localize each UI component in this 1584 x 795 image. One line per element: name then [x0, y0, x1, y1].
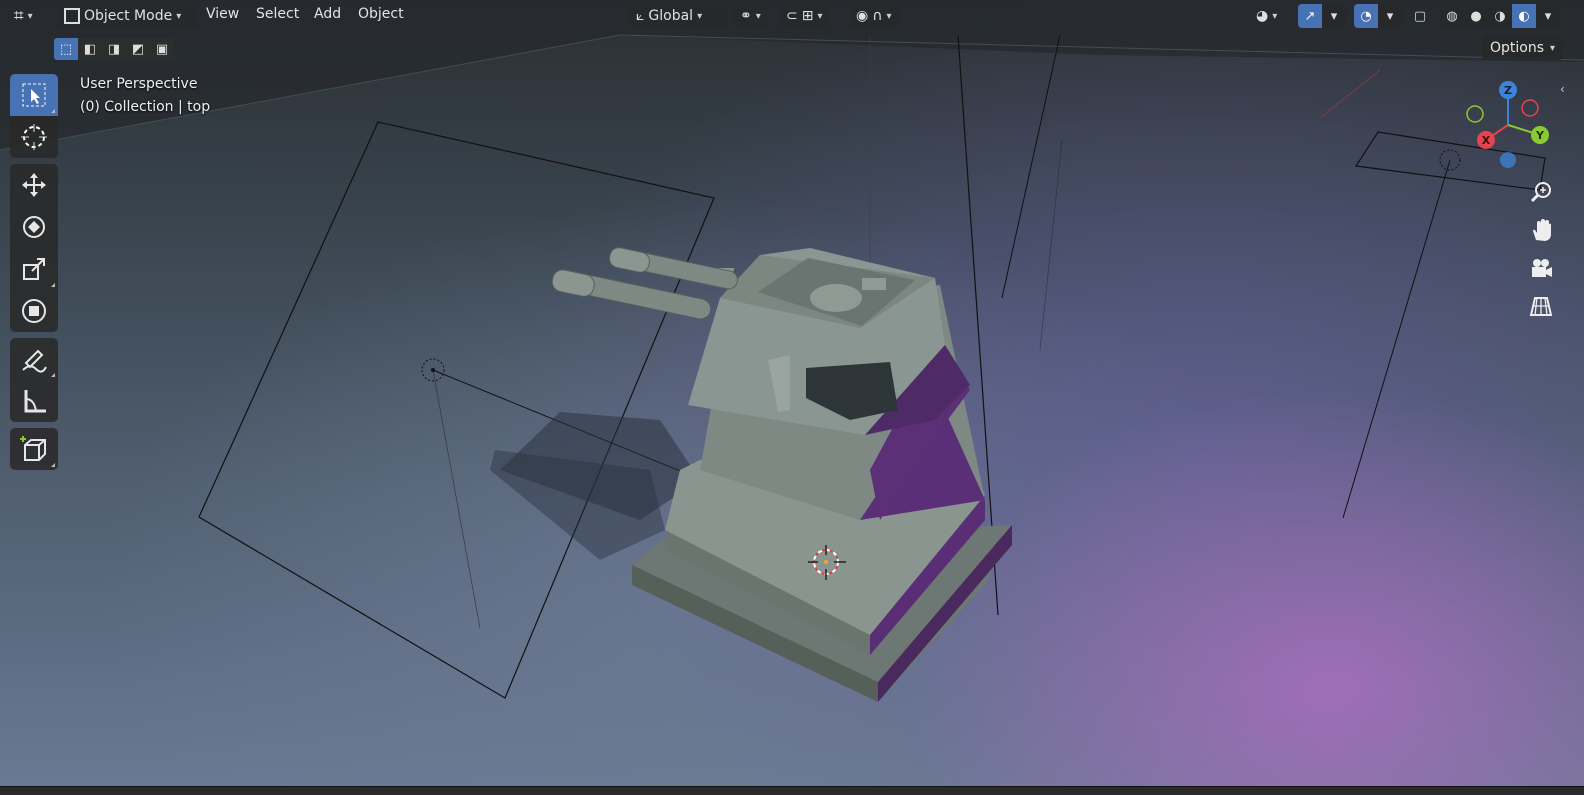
perspective-grid-icon[interactable]	[1524, 288, 1558, 324]
3d-viewport[interactable]: Z Y X ⌗ ▾ Object Mode ▾ View Select Add O…	[0, 0, 1584, 786]
proportional-edit-icon[interactable]: ◉	[856, 8, 868, 24]
transform-icon	[22, 299, 46, 323]
menu-select[interactable]: Select	[252, 6, 303, 22]
gizmo-icon[interactable]: ↗	[1298, 4, 1322, 28]
area-light-left[interactable]	[198, 121, 715, 699]
collection-label: (0) Collection | top	[80, 99, 211, 115]
area-light-right[interactable]	[1342, 131, 1546, 519]
rotate-tool[interactable]	[10, 206, 58, 248]
menu-add[interactable]: Add	[310, 6, 345, 22]
mode-label: Object Mode	[84, 8, 173, 24]
pivot-icon: ⚭	[740, 8, 752, 24]
menu-object[interactable]: Object	[354, 6, 408, 22]
snap-increment-icon[interactable]: ⊞	[802, 8, 814, 24]
orientation-label: Global	[648, 8, 694, 24]
chevron-down-icon: ▾	[27, 10, 33, 22]
sidebar-toggle-icon[interactable]: ‹	[1560, 82, 1565, 96]
chevron-down-icon: ▾	[1550, 42, 1556, 54]
chevron-down-icon: ▾	[817, 10, 823, 22]
move-tool[interactable]	[10, 164, 58, 206]
annotate-icon	[22, 349, 47, 373]
gizmo-x-label: X	[1482, 134, 1491, 147]
gizmo-toggle-group[interactable]: ↗ ▾	[1298, 4, 1346, 28]
object-mode-icon	[64, 8, 80, 24]
options-label: Options	[1490, 40, 1545, 56]
chevron-down-icon[interactable]: ▾	[1378, 4, 1402, 28]
solid-shading-icon[interactable]: ●	[1464, 4, 1488, 28]
chevron-down-icon: ▾	[176, 10, 182, 22]
gizmo-y-label: Y	[1535, 129, 1545, 142]
transform-orientation-icon: ⟀	[636, 8, 645, 24]
material-shading-icon[interactable]: ◑	[1488, 4, 1512, 28]
measure-icon	[24, 390, 46, 413]
camera-icon[interactable]	[1524, 250, 1558, 286]
hand-pan-icon[interactable]	[1524, 212, 1558, 248]
scale-icon	[23, 258, 45, 280]
editor-type-button[interactable]: ⌗ ▾	[14, 4, 33, 28]
select-difference-icon[interactable]: ◩	[126, 38, 150, 60]
add-cube-icon	[20, 436, 46, 461]
wireframe-shading-icon[interactable]: ◍	[1440, 4, 1464, 28]
selection-mode-group[interactable]: ⬚ ◧ ◨ ◩ ▣	[54, 38, 174, 60]
turret-model[interactable]	[490, 246, 1012, 702]
pivot-dropdown[interactable]: ⚭ ▾	[734, 4, 767, 28]
proportional-edit-group[interactable]: ◉ ∩ ▾	[850, 4, 898, 28]
snap-group[interactable]: ⊂ ⊞ ▾	[780, 4, 829, 28]
navigation-gizmo[interactable]: Z Y X	[1466, 81, 1549, 168]
perspective-label: User Perspective	[80, 76, 198, 92]
scale-tool[interactable]	[10, 248, 58, 290]
select-extend-icon[interactable]: ◧	[78, 38, 102, 60]
move-icon	[22, 173, 46, 197]
select-box-icon	[22, 83, 46, 107]
snap-magnet-icon[interactable]: ⊂	[786, 8, 798, 24]
xray-icon[interactable]: ▢	[1408, 4, 1432, 28]
gizmo-z-label: Z	[1504, 84, 1512, 97]
menu-view[interactable]: View	[202, 6, 243, 22]
select-subtract-icon[interactable]: ◨	[102, 38, 126, 60]
select-intersect-icon[interactable]: ▣	[150, 38, 174, 60]
measure-tool[interactable]	[10, 380, 58, 422]
select-box-tool[interactable]	[10, 74, 58, 116]
falloff-icon[interactable]: ∩	[872, 8, 882, 24]
visibility-dropdown[interactable]: ◕ ▾	[1256, 4, 1277, 28]
annotate-tool[interactable]	[10, 338, 58, 380]
overlay-toggle-group[interactable]: ◔ ▾	[1354, 4, 1402, 28]
options-dropdown[interactable]: Options ▾	[1482, 36, 1564, 60]
chevron-down-icon: ▾	[1272, 10, 1278, 22]
cursor-tool[interactable]	[10, 116, 58, 158]
overlays-icon[interactable]: ◔	[1354, 4, 1378, 28]
rotate-icon	[23, 216, 45, 238]
orientation-dropdown[interactable]: ⟀ Global ▾	[630, 4, 728, 28]
tool-shelf	[10, 74, 58, 476]
chevron-down-icon: ▾	[755, 10, 761, 22]
chevron-down-icon: ▾	[886, 10, 892, 22]
mode-dropdown[interactable]: Object Mode ▾	[58, 4, 198, 28]
chevron-down-icon[interactable]: ▾	[1536, 4, 1560, 28]
chevron-down-icon[interactable]: ▾	[1322, 4, 1346, 28]
chevron-down-icon: ▾	[697, 10, 703, 22]
scene-canvas[interactable]: Z Y X	[0, 0, 1584, 786]
shading-mode-group[interactable]: ◍ ● ◑ ◐ ▾	[1440, 4, 1560, 28]
zoom-icon[interactable]	[1524, 174, 1558, 210]
select-new-icon[interactable]: ⬚	[54, 38, 78, 60]
cursor-icon	[21, 124, 47, 150]
viewport-header: ⌗ ▾ Object Mode ▾ View Select Add Object …	[0, 0, 1584, 32]
axes-grid-icon: ⌗	[14, 6, 24, 26]
add-cube-tool[interactable]	[10, 428, 58, 470]
transform-tool[interactable]	[10, 290, 58, 332]
eye-icon: ◕	[1256, 8, 1269, 24]
rendered-shading-icon[interactable]: ◐	[1512, 4, 1536, 28]
navigation-controls	[1524, 174, 1558, 326]
